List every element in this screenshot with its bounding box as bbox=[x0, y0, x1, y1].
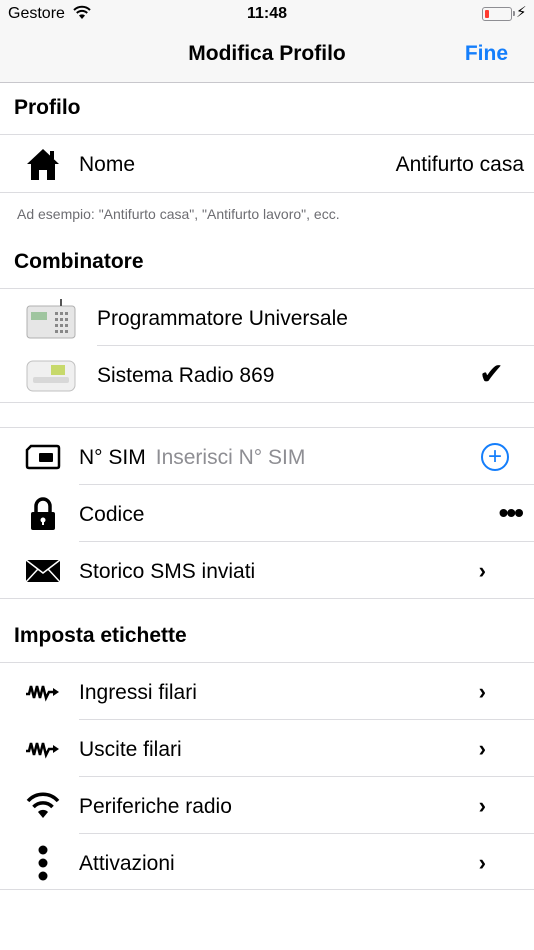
code-label: Codice bbox=[79, 503, 145, 526]
chevron-right-icon: › bbox=[478, 793, 486, 818]
name-label: Nome bbox=[79, 153, 136, 176]
section-header-etichette: Imposta etichette bbox=[14, 624, 187, 647]
charging-bolt-icon: ⚡ bbox=[516, 4, 527, 21]
add-sim-button[interactable]: + bbox=[481, 443, 509, 471]
sms-history-row[interactable]: Storico SMS inviati › bbox=[0, 542, 534, 599]
radio-peripherals-row[interactable]: Periferiche radio › bbox=[0, 777, 534, 834]
code-masked-value: ••• bbox=[498, 497, 524, 528]
activations-row[interactable]: Attivazioni › bbox=[0, 834, 534, 891]
wired-signal-icon bbox=[24, 730, 62, 768]
section-header-profilo: Profilo bbox=[14, 96, 81, 119]
name-value[interactable]: Antifurto casa bbox=[396, 153, 524, 177]
sim-number-placeholder[interactable]: Inserisci N° SIM bbox=[156, 446, 306, 469]
envelope-icon bbox=[24, 552, 62, 590]
combinator-item-radio-869[interactable]: Sistema Radio 869 ✔ bbox=[0, 346, 534, 403]
wired-inputs-label: Ingressi filari bbox=[79, 681, 197, 704]
checkmark-icon: ✔ bbox=[478, 358, 504, 391]
chevron-right-icon: › bbox=[478, 679, 486, 704]
house-icon bbox=[24, 145, 62, 183]
name-row[interactable]: Nome Antifurto casa bbox=[0, 135, 534, 192]
page-title: Modifica Profilo bbox=[188, 42, 346, 65]
combinator-item-programmatore[interactable]: Programmatore Universale bbox=[0, 289, 534, 346]
name-hint-note: Ad esempio: "Antifurto casa", "Antifurto… bbox=[17, 206, 340, 222]
wired-signal-icon bbox=[24, 673, 62, 711]
wired-inputs-row[interactable]: Ingressi filari › bbox=[0, 663, 534, 720]
wifi-icon bbox=[24, 787, 62, 825]
universal-programmer-device-icon bbox=[25, 298, 77, 339]
radio-system-device-icon bbox=[25, 355, 77, 395]
combinator-label: Programmatore Universale bbox=[97, 307, 348, 330]
done-button[interactable]: Fine bbox=[465, 42, 508, 66]
status-bar: Gestore 11:48 ⚡ bbox=[0, 0, 534, 28]
combinator-label: Sistema Radio 869 bbox=[97, 364, 275, 387]
sim-number-row[interactable]: N° SIM Inserisci N° SIM + bbox=[0, 428, 534, 485]
code-row[interactable]: Codice ••• bbox=[0, 485, 534, 542]
sim-number-label: N° SIM Inserisci N° SIM bbox=[79, 446, 306, 469]
chevron-right-icon: › bbox=[478, 736, 486, 761]
section-header-combinatore: Combinatore bbox=[14, 250, 144, 273]
lock-icon bbox=[24, 495, 62, 533]
battery-icon bbox=[482, 7, 515, 21]
sms-history-label: Storico SMS inviati bbox=[79, 560, 256, 583]
wired-outputs-row[interactable]: Uscite filari › bbox=[0, 720, 534, 777]
chevron-right-icon: › bbox=[478, 558, 486, 583]
radio-peripherals-label: Periferiche radio bbox=[79, 795, 232, 818]
navigation-bar: Modifica Profilo Fine bbox=[0, 28, 534, 83]
wired-outputs-label: Uscite filari bbox=[79, 738, 182, 761]
vertical-dots-icon bbox=[24, 844, 62, 882]
sim-card-icon bbox=[24, 438, 62, 476]
chevron-right-icon: › bbox=[478, 850, 486, 875]
activations-label: Attivazioni bbox=[79, 852, 175, 875]
clock: 11:48 bbox=[246, 5, 288, 22]
